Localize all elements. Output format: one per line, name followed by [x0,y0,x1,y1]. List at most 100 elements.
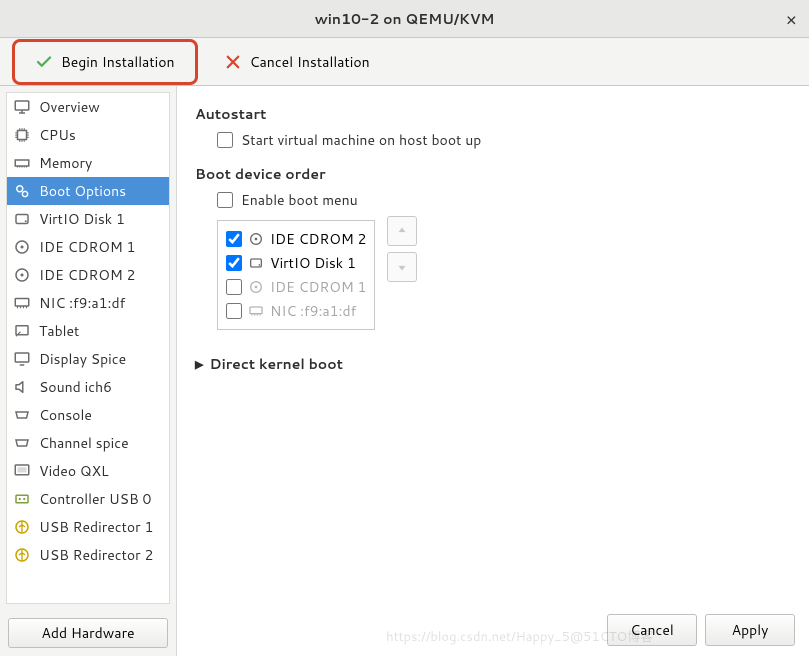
dialog-footer: Cancel Apply [607,614,795,646]
sidebar-item-label: Sound ich6 [39,377,112,397]
begin-installation-label: Begin Installation [61,52,175,72]
boot-item-label: VirtIO Disk 1 [270,253,356,273]
boot-item-ide-cdrom-2[interactable]: IDE CDROM 2 [226,227,366,251]
sidebar-item-label: IDE CDROM 2 [39,265,135,285]
begin-installation-highlight: Begin Installation [12,39,198,85]
sidebar-item-label: CPUs [39,125,76,145]
optical-icon [248,231,264,247]
sidebar-item-usb-redirector-2[interactable]: USB Redirector 2 [7,541,169,569]
autostart-checkbox-row[interactable]: Start virtual machine on host boot up [217,130,791,150]
cpu-icon [13,126,31,144]
sidebar-item-memory[interactable]: Memory [7,149,169,177]
window-title: win10-2 on QEMU/KVM [315,9,495,29]
nic-icon [13,294,31,312]
disk-icon [248,255,264,271]
sidebar-item-virtio-disk-1[interactable]: VirtIO Disk 1 [7,205,169,233]
boot-item-nic-f9-a1-df[interactable]: NIC :f9:a1:df [226,299,366,323]
direct-kernel-boot-expander[interactable]: ▶ Direct kernel boot [195,354,791,374]
boot-item-checkbox[interactable] [226,231,242,247]
toolbar: Begin Installation Cancel Installation [0,38,809,86]
sidebar-item-sound-ich6[interactable]: Sound ich6 [7,373,169,401]
main-panel: Autostart Start virtual machine on host … [177,86,809,656]
begin-installation-button[interactable]: Begin Installation [23,46,187,78]
sidebar-item-label: IDE CDROM 1 [39,237,135,257]
boot-order-buttons [387,216,417,282]
sidebar-item-label: NIC :f9:a1:df [39,293,125,313]
autostart-checkbox-label: Start virtual machine on host boot up [241,130,481,150]
triangle-right-icon: ▶ [195,356,203,372]
check-icon [35,53,53,71]
autostart-checkbox[interactable] [217,132,233,148]
sidebar-item-console[interactable]: Console [7,401,169,429]
sidebar-item-channel-spice[interactable]: Channel spice [7,429,169,457]
gears-icon [13,182,31,200]
enable-boot-menu-checkbox[interactable] [217,192,233,208]
boot-item-virtio-disk-1[interactable]: VirtIO Disk 1 [226,251,366,275]
usb-icon [13,518,31,536]
boot-item-ide-cdrom-1[interactable]: IDE CDROM 1 [226,275,366,299]
bootorder-section-title: Boot device order [195,164,791,184]
enable-boot-menu-row[interactable]: Enable boot menu [217,190,791,210]
sidebar-item-cpus[interactable]: CPUs [7,121,169,149]
move-down-button[interactable] [387,252,417,282]
cancel-icon [224,53,242,71]
sound-icon [13,378,31,396]
sidebar-item-video-qxl[interactable]: Video QXL [7,457,169,485]
sidebar-item-label: USB Redirector 2 [39,545,153,565]
close-icon[interactable]: × [786,6,797,32]
titlebar: win10-2 on QEMU/KVM × [0,0,809,38]
boot-order-list: IDE CDROM 2 VirtIO Disk 1 IDE CDROM 1 NIC :… [217,220,375,330]
sidebar-item-boot-options[interactable]: Boot Options [7,177,169,205]
apply-button[interactable]: Apply [705,614,795,646]
display-icon [13,350,31,368]
monitor-icon [13,98,31,116]
usb-icon [13,546,31,564]
optical-icon [13,238,31,256]
cancel-installation-label: Cancel Installation [250,52,370,72]
sidebar-item-ide-cdrom-2[interactable]: IDE CDROM 2 [7,261,169,289]
memory-icon [13,154,31,172]
boot-item-checkbox[interactable] [226,255,242,271]
boot-item-checkbox[interactable] [226,279,242,295]
sidebar-item-nic-f9-a1-df[interactable]: NIC :f9:a1:df [7,289,169,317]
sidebar-item-label: Overview [39,97,100,117]
boot-item-checkbox[interactable] [226,303,242,319]
sidebar-item-display-spice[interactable]: Display Spice [7,345,169,373]
optical-icon [13,266,31,284]
sidebar-item-controller-usb-0[interactable]: Controller USB 0 [7,485,169,513]
direct-kernel-boot-label: Direct kernel boot [209,354,343,374]
sidebar: Overview CPUs Memory Boot Options VirtIO Dis… [0,86,177,656]
add-hardware-button[interactable]: Add Hardware [8,618,168,648]
tablet-icon [13,322,31,340]
boot-item-label: IDE CDROM 2 [270,229,366,249]
sidebar-item-label: Tablet [39,321,79,341]
sidebar-item-label: Video QXL [39,461,109,481]
sidebar-item-label: Controller USB 0 [39,489,151,509]
boot-item-label: IDE CDROM 1 [270,277,366,297]
sidebar-item-label: USB Redirector 1 [39,517,153,537]
hardware-list: Overview CPUs Memory Boot Options VirtIO Dis… [6,92,170,604]
disk-icon [13,210,31,228]
sidebar-item-label: Display Spice [39,349,126,369]
enable-boot-menu-label: Enable boot menu [241,190,358,210]
sidebar-item-label: Boot Options [39,181,126,201]
video-icon [13,462,31,480]
cancel-button[interactable]: Cancel [607,614,697,646]
nic-icon [248,303,264,319]
boot-item-label: NIC :f9:a1:df [270,301,356,321]
autostart-section-title: Autostart [195,104,791,124]
optical-icon [248,279,264,295]
sidebar-item-usb-redirector-1[interactable]: USB Redirector 1 [7,513,169,541]
sidebar-item-tablet[interactable]: Tablet [7,317,169,345]
usb-controller-icon [13,490,31,508]
sidebar-item-label: Console [39,405,92,425]
sidebar-item-overview[interactable]: Overview [7,93,169,121]
sidebar-item-label: VirtIO Disk 1 [39,209,125,229]
sidebar-item-ide-cdrom-1[interactable]: IDE CDROM 1 [7,233,169,261]
move-up-button[interactable] [387,216,417,246]
sidebar-item-label: Channel spice [39,433,129,453]
cancel-installation-button[interactable]: Cancel Installation [212,46,382,78]
sidebar-item-label: Memory [39,153,92,173]
serial-icon [13,406,31,424]
serial-icon [13,434,31,452]
